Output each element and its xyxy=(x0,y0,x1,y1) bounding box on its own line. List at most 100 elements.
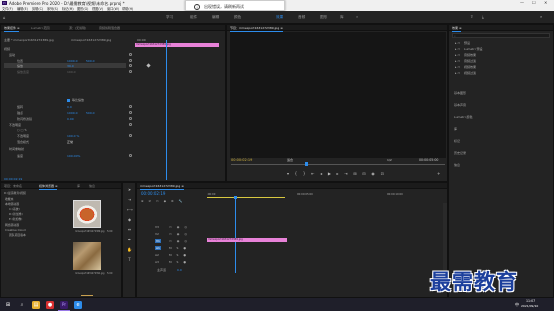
windows-start-icon[interactable]: ⊞ xyxy=(4,301,12,309)
tab-libraries[interactable]: 库 xyxy=(77,184,80,188)
track-v3[interactable]: V3 xyxy=(155,225,159,229)
tab-project[interactable]: 项目：未命名 xyxy=(4,184,22,188)
type-tool-icon[interactable]: T xyxy=(127,257,132,262)
premiere-taskbar-icon[interactable]: Pr xyxy=(60,300,68,309)
timeline-timecode[interactable]: 00:00:02:19 xyxy=(141,191,165,196)
home-icon[interactable]: ⌂ xyxy=(3,15,8,20)
media-thumbnail-2[interactable] xyxy=(73,242,101,270)
program-scrubber[interactable] xyxy=(231,164,445,166)
work-area-bar[interactable] xyxy=(207,197,285,199)
track-v1[interactable]: V1 xyxy=(155,239,161,243)
effects-item-video-effects[interactable]: 视频效果 xyxy=(464,65,476,69)
section-markers[interactable]: 标记 xyxy=(454,139,460,143)
motion-effect[interactable]: 运动 xyxy=(9,53,15,57)
razor-tool-icon[interactable]: ◆ xyxy=(127,217,132,222)
reset-position-icon[interactable] xyxy=(129,59,132,62)
timeline-scrollbar[interactable] xyxy=(443,203,447,273)
blend-mode-select[interactable]: 正常 xyxy=(67,140,73,144)
playhead-handle[interactable] xyxy=(233,196,237,199)
section-essential-sound[interactable]: 基本声音 xyxy=(454,103,466,107)
tree-creative-cloud[interactable]: Creative Cloud xyxy=(5,228,26,232)
browser-icon[interactable]: e xyxy=(74,300,82,309)
track-a3[interactable]: A3 xyxy=(155,260,159,264)
reset-anchor-icon[interactable] xyxy=(129,111,132,114)
tab-source[interactable]: 源：(无剪辑) xyxy=(69,26,86,30)
program-playhead[interactable] xyxy=(305,162,308,166)
effects-item-lumetri-presets[interactable]: Lumetri 预设 xyxy=(464,47,483,51)
effects-search-input[interactable]: ⌕ xyxy=(452,33,550,38)
track-toggle-icons[interactable]: M S ● xyxy=(169,253,188,257)
workspace-editing[interactable]: 编辑 xyxy=(212,15,219,20)
tab-sequence[interactable]: mmexport1631272389.jpg ≡ xyxy=(140,184,184,189)
pen-tool-icon[interactable]: ✒ xyxy=(127,237,132,242)
reset-speed-icon[interactable] xyxy=(129,154,132,157)
tab-effect-controls[interactable]: 效果控件 ≡ xyxy=(4,26,20,31)
clock-date[interactable]: 2021/09/10 xyxy=(521,304,538,308)
workspace-color[interactable]: 颜色 xyxy=(234,15,241,20)
track-v2[interactable]: V2 xyxy=(155,232,159,236)
effects-item-video-transitions[interactable]: 视频过渡 xyxy=(464,71,476,75)
tree-team-projects[interactable]: 团队项目版本 xyxy=(9,233,26,237)
ec-playhead[interactable] xyxy=(166,40,167,180)
workspace-learn[interactable]: 学习 xyxy=(166,15,173,20)
track-toggle-icons[interactable]: ▭ ◉ ◎ xyxy=(169,225,189,229)
reset-scale-width-icon[interactable] xyxy=(129,70,132,73)
track-toggle-icons[interactable]: M S ● xyxy=(169,260,188,264)
uniform-scale-checkbox[interactable] xyxy=(67,99,70,102)
opacity-header[interactable]: 不透明度 xyxy=(9,123,21,127)
workspace-audio[interactable]: 音频 xyxy=(298,15,305,20)
track-toggle-icons[interactable]: ▭ ◉ ◎ xyxy=(169,232,189,236)
scale-value[interactable]: 39.0 xyxy=(67,64,74,68)
workspace-effects[interactable]: 效果 xyxy=(276,15,283,20)
track-toggle-icons[interactable]: M S ● xyxy=(169,246,188,250)
effects-item-audio-effects[interactable]: 音频效果 xyxy=(464,53,476,57)
tree-favorites[interactable]: 收藏夹 xyxy=(5,197,13,201)
ime-indicator[interactable]: 中 xyxy=(515,302,519,308)
track-toggle-icons[interactable]: ▭ ◉ ◎ xyxy=(169,239,189,243)
search-icon[interactable]: ⌕ xyxy=(18,301,26,309)
tab-audio-clip-mixer[interactable]: 音频剪辑混合器 xyxy=(99,26,120,30)
reset-scale-icon[interactable] xyxy=(129,64,132,67)
tab-effects[interactable]: 效果 ≡ xyxy=(452,26,462,31)
sequence-clip-label[interactable]: mmexport1631272389.jpg xyxy=(71,38,111,42)
workspace-overflow[interactable]: » xyxy=(356,15,358,19)
tree-local-drives[interactable]: 本地驱动器 xyxy=(5,202,19,206)
master-track-value[interactable]: 0.0 xyxy=(177,268,182,272)
speed-value[interactable]: 100.00% xyxy=(67,154,80,158)
zoom-slider[interactable] xyxy=(81,295,93,297)
search-icon[interactable]: ⌕ xyxy=(540,14,546,20)
reset-rotation-icon[interactable] xyxy=(129,105,132,108)
reset-opacity-icon[interactable] xyxy=(129,123,132,126)
minimize-icon[interactable]: — xyxy=(520,0,524,5)
rotation-value[interactable]: 0.0 xyxy=(67,105,72,109)
maximize-icon[interactable]: ☐ xyxy=(532,0,536,5)
track-a1[interactable]: A1 xyxy=(155,246,161,250)
ripple-edit-tool-icon[interactable]: ⟷ xyxy=(127,207,133,212)
media-thumbnail-1[interactable] xyxy=(73,200,101,228)
program-timecode[interactable]: 00:00:02:19 xyxy=(231,158,252,162)
fit-select[interactable]: 适合 xyxy=(287,158,293,162)
reset-flicker-icon[interactable] xyxy=(129,117,132,120)
tree-drive-d[interactable]: D:(新加卷) xyxy=(9,212,23,216)
app-icon[interactable]: ● xyxy=(46,300,54,309)
transport-controls[interactable]: ▾ { } ⇤ ◂ ▶ ▸ ⇥ ⊞ ⊟ ◉ ⊡ xyxy=(287,171,399,177)
track-a2[interactable]: A2 xyxy=(155,253,159,257)
anchor-y[interactable]: 500.0 xyxy=(86,111,95,115)
tab-info[interactable]: 信息 xyxy=(89,184,95,188)
tab-program[interactable]: 节目：mmexport1631272389.jpg ≡ xyxy=(230,26,283,31)
file-explorer-icon[interactable]: ▤ xyxy=(32,300,40,309)
flicker-value[interactable]: 0.00 xyxy=(67,117,74,121)
timeline-playhead[interactable] xyxy=(235,197,236,273)
quick-export-icon[interactable]: ⤓ xyxy=(482,14,488,20)
tree-network-drives[interactable]: 网络驱动器 xyxy=(5,223,19,227)
tab-media-browser[interactable]: 媒体浏览器 ≡ xyxy=(39,184,58,189)
opacity-value[interactable]: 100.0 % xyxy=(67,134,79,138)
timeline-clip[interactable]: mmexport1631272389.jpg xyxy=(207,238,287,242)
anchor-x[interactable]: 1000.0 xyxy=(67,111,78,115)
selection-tool-icon[interactable]: ➤ xyxy=(127,187,132,192)
timeline-tool-icons[interactable]: ⊕ ⊘ ▭ ◆ ⚙ 🔧 xyxy=(141,199,184,203)
reset-opacity-value-icon[interactable] xyxy=(129,134,132,137)
section-info[interactable]: 信息 xyxy=(454,163,460,167)
tree-drive-e[interactable]: E:(新加卷) xyxy=(9,217,22,221)
workspace-libraries[interactable]: 库 xyxy=(340,15,344,20)
